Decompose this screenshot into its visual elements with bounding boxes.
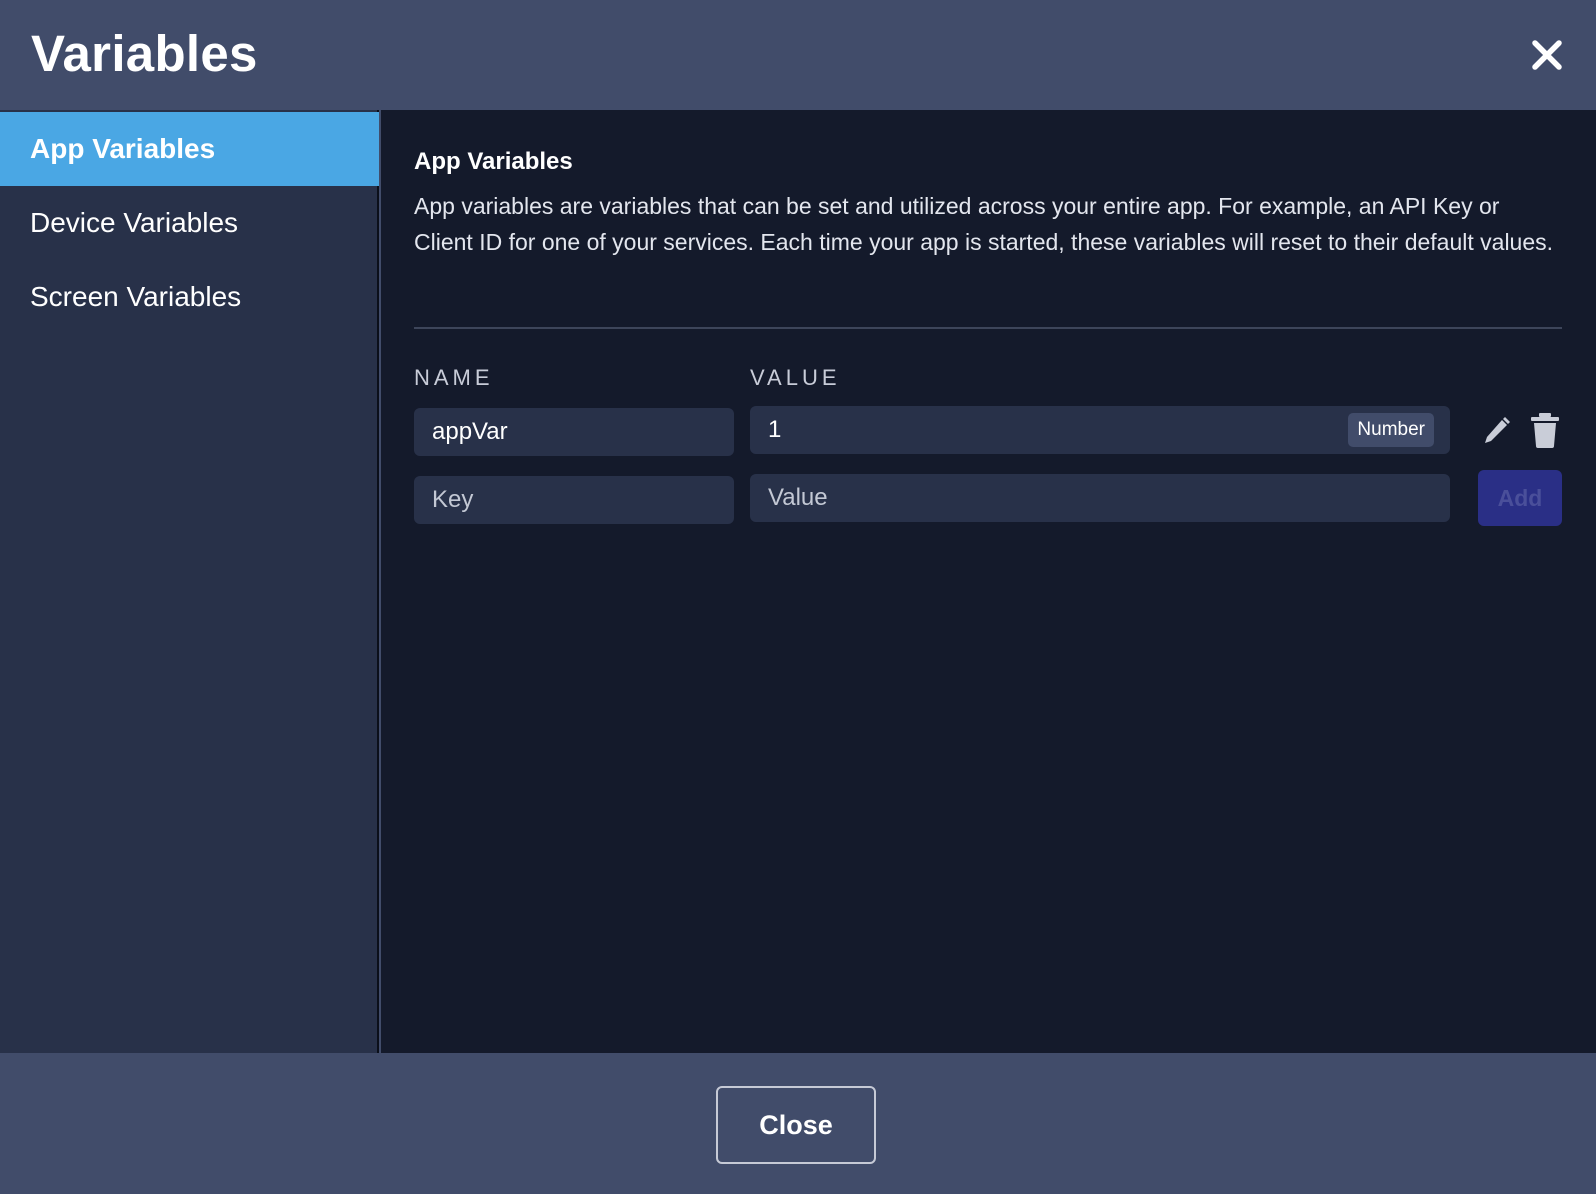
variable-name-value: appVar [432, 418, 508, 445]
main-panel: App Variables App variables are variable… [381, 110, 1596, 1053]
value-input-placeholder: Value [768, 484, 828, 511]
sidebar-item-app-variables[interactable]: App Variables [0, 112, 379, 186]
divider [414, 327, 1562, 329]
dialog-footer: Close [0, 1053, 1596, 1194]
sidebar-item-device-variables[interactable]: Device Variables [0, 186, 379, 260]
variable-value-text: 1 [768, 416, 782, 443]
add-button[interactable]: Add [1478, 470, 1562, 526]
key-input-placeholder: Key [432, 486, 474, 513]
sidebar-item-label: App Variables [30, 133, 216, 164]
key-input[interactable]: Key [414, 476, 734, 524]
sidebar: App Variables Device Variables Screen Va… [0, 110, 379, 1053]
close-icon[interactable] [1530, 38, 1564, 72]
section-title: App Variables [414, 148, 573, 175]
variable-value-field[interactable]: 1 Number [750, 406, 1450, 454]
sidebar-item-label: Screen Variables [30, 281, 242, 312]
pencil-icon[interactable] [1481, 413, 1513, 449]
column-header-value: VALUE [750, 365, 841, 390]
sidebar-item-screen-variables[interactable]: Screen Variables [0, 260, 379, 334]
sidebar-item-label: Device Variables [30, 207, 239, 238]
section-description: App variables are variables that can be … [414, 193, 1554, 255]
type-badge[interactable]: Number [1348, 413, 1434, 447]
dialog-header: Variables [0, 0, 1596, 110]
column-header-name: NAME [414, 365, 494, 390]
dialog-title: Variables [31, 25, 258, 82]
variable-name-field[interactable]: appVar [414, 408, 734, 456]
value-input[interactable]: Value [750, 474, 1450, 522]
close-button[interactable]: Close [716, 1086, 876, 1164]
trash-icon[interactable] [1529, 412, 1561, 448]
